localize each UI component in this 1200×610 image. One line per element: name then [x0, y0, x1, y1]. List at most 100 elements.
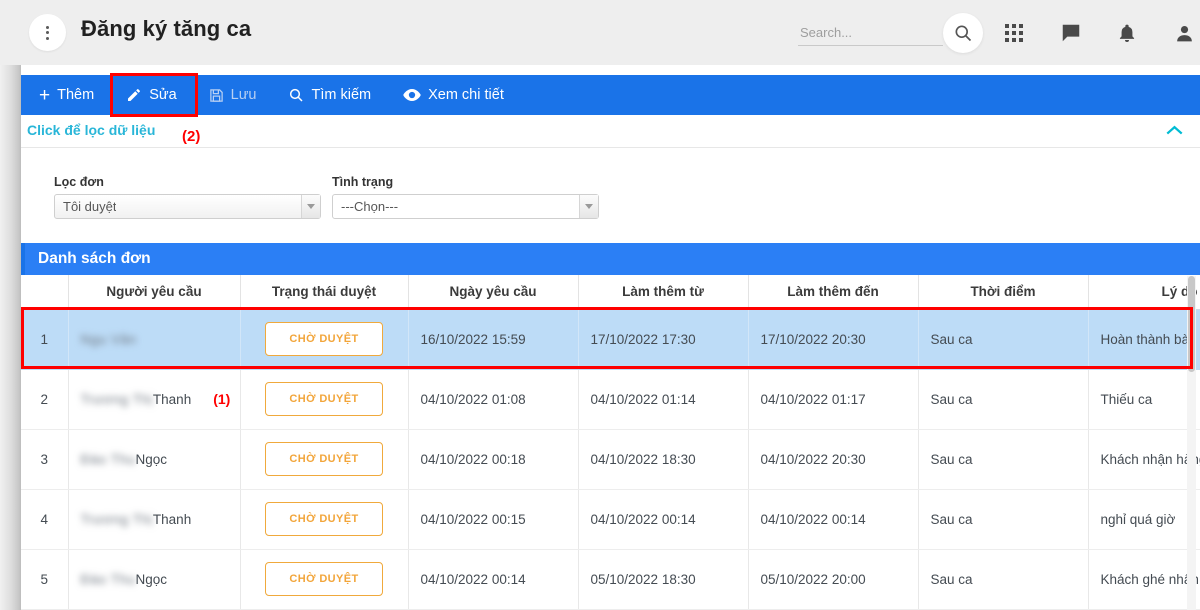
- cell-status: CHỜ DUYỆT: [240, 489, 409, 550]
- cell-ot-from: 17/10/2022 17:30: [578, 309, 749, 370]
- toolbar-button-tim-kiem[interactable]: Tìm kiếm: [272, 75, 387, 115]
- chevron-up-icon[interactable]: [1166, 123, 1183, 141]
- filter-toggle-link[interactable]: Click để lọc dữ liệu: [27, 122, 155, 138]
- cell-ot-to: 04/10/2022 01:17: [748, 369, 919, 430]
- table-vertical-scrollbar[interactable]: [1187, 276, 1196, 610]
- orders-table: Người yêu cầu Trạng thái duyệt Ngày yêu …: [21, 275, 1200, 610]
- status-badge[interactable]: CHỜ DUYỆT: [265, 382, 383, 416]
- status-badge[interactable]: CHỜ DUYỆT: [265, 442, 383, 476]
- orders-table-wrapper[interactable]: Người yêu cầu Trạng thái duyệt Ngày yêu …: [21, 275, 1200, 610]
- cell-ot-from: 04/10/2022 01:14: [578, 369, 749, 430]
- filter-select-tinh-trang[interactable]: ---Chọn---: [332, 194, 599, 219]
- requester-blurred: Ngu Vân: [80, 331, 137, 347]
- cell-requester: Đào ThuNgọc: [68, 429, 241, 490]
- action-toolbar: + Thêm Sửa Lưu Tìm kiếm Xem chi tiết: [21, 75, 1200, 115]
- table-row[interactable]: 2 Trương ThịThanh (1) CHỜ DUYỆT 04/10/202…: [21, 369, 1200, 430]
- chevron-down-icon[interactable]: [301, 195, 320, 218]
- status-badge[interactable]: CHỜ DUYỆT: [265, 322, 383, 356]
- toolbar-button-them[interactable]: + Thêm: [21, 75, 110, 115]
- filter-select-loc-don-value: Tôi duyệt: [63, 199, 117, 214]
- cell-status: CHỜ DUYỆT: [240, 309, 409, 370]
- cell-request-date: 04/10/2022 00:18: [408, 429, 579, 490]
- cell-requester: Đào ThuNgọc: [68, 549, 241, 610]
- column-header-index[interactable]: [21, 275, 69, 310]
- list-section-title-label: Danh sách đơn: [38, 250, 151, 267]
- search-field-wrapper[interactable]: [798, 20, 943, 46]
- scrollbar-thumb[interactable]: [1188, 276, 1195, 372]
- toolbar-button-sua[interactable]: Sửa: [110, 75, 192, 115]
- bell-icon[interactable]: [1114, 20, 1140, 46]
- cell-index: 5: [21, 549, 69, 610]
- cell-moment: Sau ca: [918, 549, 1089, 610]
- requester-visible: Ngọc: [135, 571, 168, 587]
- status-badge[interactable]: CHỜ DUYỆT: [265, 502, 383, 536]
- search-button[interactable]: [943, 13, 983, 53]
- cell-reason: Khách ghé nhận: [1088, 549, 1200, 610]
- filter-field-tinh-trang-label: Tình trạng: [332, 175, 394, 189]
- cell-index: 2: [21, 369, 69, 430]
- cell-moment: Sau ca: [918, 429, 1089, 490]
- table-row[interactable]: 3 Đào ThuNgọc CHỜ DUYỆT 04/10/2022 00:18…: [21, 429, 1200, 490]
- column-header-ot-from[interactable]: Làm thêm từ: [578, 275, 749, 310]
- toolbar-button-xem-chi-tiet[interactable]: Xem chi tiết: [387, 75, 520, 115]
- cell-moment: Sau ca: [918, 309, 1089, 370]
- table-header-row: Người yêu cầu Trạng thái duyệt Ngày yêu …: [21, 275, 1200, 310]
- column-header-ot-to[interactable]: Làm thêm đến: [748, 275, 919, 310]
- toolbar-button-luu[interactable]: Lưu: [193, 75, 273, 115]
- table-row[interactable]: 4 Trương ThịThanh CHỜ DUYỆT 04/10/2022 0…: [21, 489, 1200, 550]
- cell-moment: Sau ca: [918, 489, 1089, 550]
- table-row[interactable]: 5 Đào ThuNgọc CHỜ DUYỆT 04/10/2022 00:14…: [21, 549, 1200, 610]
- toolbar-button-xem-chi-tiet-label: Xem chi tiết: [428, 87, 504, 103]
- chevron-down-icon[interactable]: [579, 195, 598, 218]
- toolbar-button-sua-label: Sửa: [149, 87, 177, 103]
- cell-index: 1: [21, 309, 69, 370]
- apps-grid-icon[interactable]: [1001, 20, 1027, 46]
- chat-icon[interactable]: [1058, 20, 1084, 46]
- cell-moment: Sau ca: [918, 369, 1089, 430]
- filter-field-loc-don-label: Lọc đơn: [54, 175, 104, 189]
- search-input[interactable]: [798, 20, 943, 44]
- filter-field-loc-don: Lọc đơn Tôi duyệt: [54, 175, 321, 219]
- column-header-requester[interactable]: Người yêu cầu: [68, 275, 241, 310]
- cell-status: CHỜ DUYỆT: [240, 549, 409, 610]
- sidebar-edge-strip: [0, 0, 21, 610]
- kebab-menu-icon[interactable]: [29, 14, 66, 51]
- column-header-request-date[interactable]: Ngày yêu cầu: [408, 275, 579, 310]
- cell-ot-from: 04/10/2022 18:30: [578, 429, 749, 490]
- cell-requester: Trương ThịThanh: [68, 489, 241, 550]
- column-header-status[interactable]: Trạng thái duyệt: [240, 275, 409, 310]
- sidebar-edge-strip-top: [0, 0, 21, 65]
- list-title-accent-bar: [21, 243, 25, 275]
- requester-blurred: Trương Thị: [80, 511, 153, 527]
- cell-request-date: 04/10/2022 00:15: [408, 489, 579, 550]
- cell-ot-from: 04/10/2022 00:14: [578, 489, 749, 550]
- cell-status: CHỜ DUYỆT: [240, 369, 409, 430]
- cell-reason: Khách nhận hàng: [1088, 429, 1200, 490]
- requester-blurred: Đào Thu: [80, 451, 136, 467]
- requester-visible: Thanh: [152, 391, 192, 407]
- pencil-icon: [126, 87, 142, 103]
- table-row[interactable]: 1 Ngu Vân CHỜ DUYỆT 16/10/2022 15:59 17/…: [21, 309, 1200, 370]
- eye-icon: [403, 88, 421, 102]
- requester-visible: Ngọc: [135, 451, 168, 467]
- column-header-moment[interactable]: Thời điểm: [918, 275, 1089, 310]
- person-icon[interactable]: [1171, 20, 1197, 46]
- cell-index: 4: [21, 489, 69, 550]
- status-badge[interactable]: CHỜ DUYỆT: [265, 562, 383, 596]
- cell-ot-to: 05/10/2022 20:00: [748, 549, 919, 610]
- cell-request-date: 16/10/2022 15:59: [408, 309, 579, 370]
- filter-select-loc-don[interactable]: Tôi duyệt: [54, 194, 321, 219]
- app-root: Đăng ký tăng ca Search... + Thêm Sửa Lưu…: [0, 0, 1200, 610]
- column-header-reason[interactable]: Lý do: [1088, 275, 1200, 310]
- cell-request-date: 04/10/2022 01:08: [408, 369, 579, 430]
- filter-form: Lọc đơn Tôi duyệt Tình trạng ---Chọn---: [21, 148, 1200, 239]
- search-icon: [288, 87, 304, 103]
- cell-requester: Trương ThịThanh (1): [68, 369, 241, 430]
- list-section-title: Danh sách đơn: [21, 243, 1200, 275]
- cell-ot-from: 05/10/2022 18:30: [578, 549, 749, 610]
- cell-reason: Hoàn thành bàn giao: [1088, 309, 1200, 370]
- requester-visible: Thanh: [152, 511, 192, 527]
- filter-field-tinh-trang: Tình trạng ---Chọn---: [332, 175, 599, 219]
- cell-status: CHỜ DUYỆT: [240, 429, 409, 490]
- filter-select-tinh-trang-value: ---Chọn---: [341, 199, 399, 214]
